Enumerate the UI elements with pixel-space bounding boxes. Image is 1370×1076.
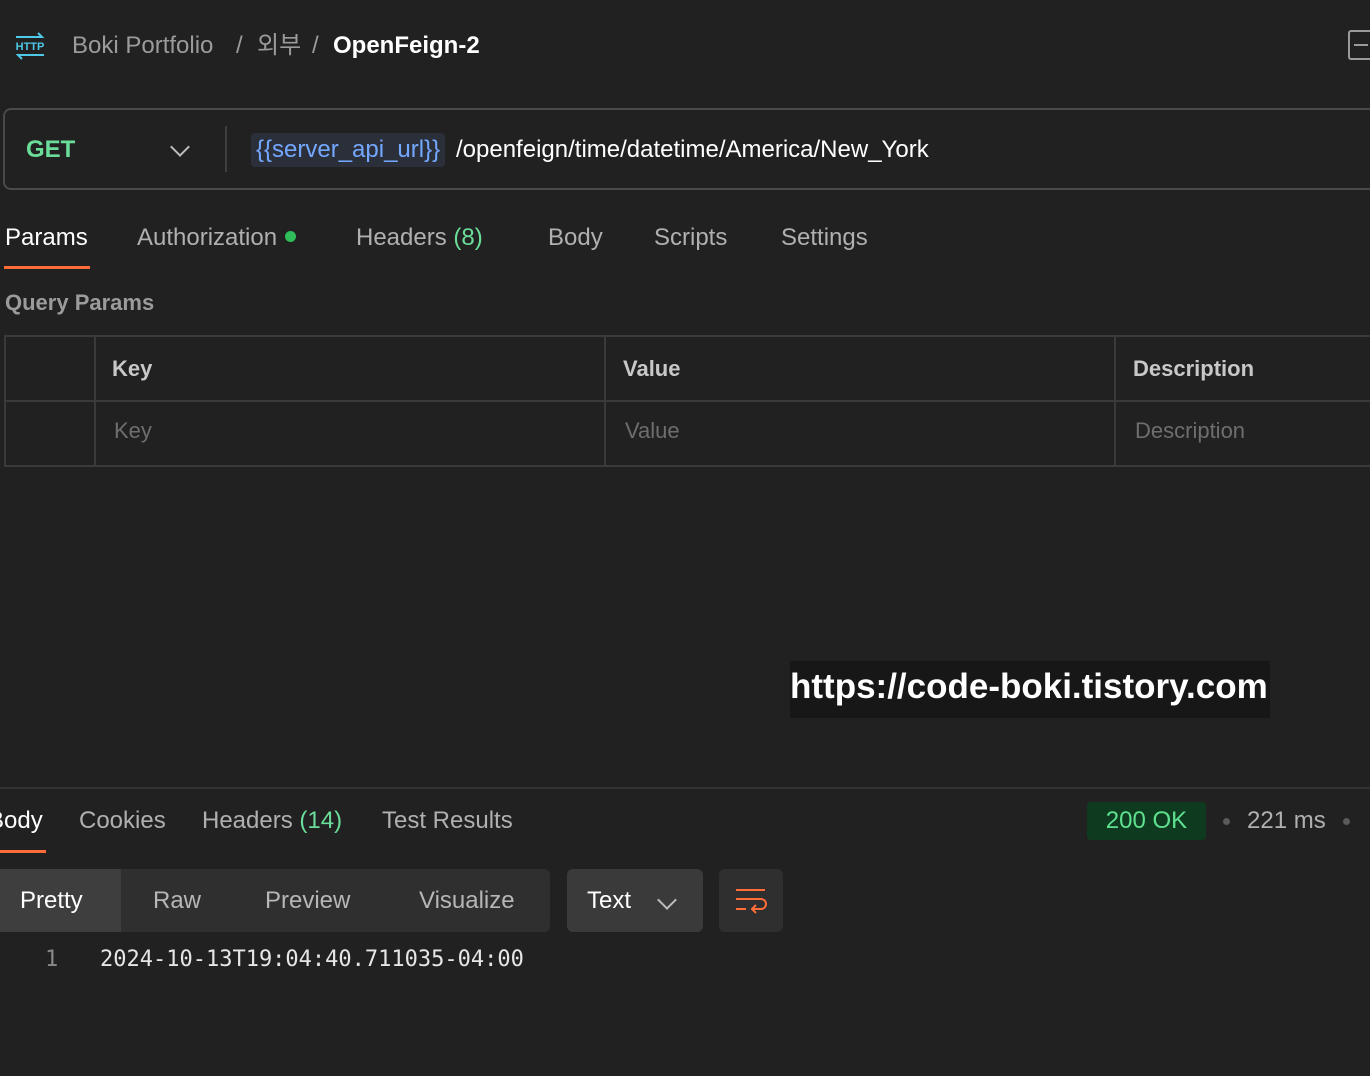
tab-settings[interactable]: Settings [781,223,868,253]
wrap-lines-icon [736,889,767,914]
column-divider [604,337,606,467]
status-dot-icon [285,231,297,243]
tab-params[interactable]: Params [5,223,88,253]
svg-text:HTTP: HTTP [16,41,45,53]
watermark: https://code-boki.tistory.com [790,661,1270,718]
http-icon: HTTP [15,32,45,60]
breadcrumb-folder[interactable]: 외부 [257,31,301,61]
breadcrumb-workspace[interactable]: Boki Portfolio [72,31,213,61]
response-tab-cookies[interactable]: Cookies [79,806,166,836]
response-body-line[interactable]: 2024-10-13T19:04:40.711035-04:00 [100,945,524,975]
query-params-title: Query Params [5,290,155,315]
url-input[interactable]: /openfeign/time/datetime/America/New_Yor… [456,133,929,167]
column-header-description: Description [1133,356,1255,381]
active-tab-indicator [0,850,46,853]
headers-count: (8) [453,224,483,251]
value-input[interactable]: Value [625,417,680,445]
column-divider [1114,337,1116,467]
tab-authorization[interactable]: Authorization [137,223,297,253]
separator-dot [1343,818,1350,825]
line-number: 1 [45,947,59,972]
response-tab-headers[interactable]: Headers (14) [202,806,342,836]
view-mode-preview[interactable]: Preview [265,886,350,916]
method-select[interactable]: GET [26,135,75,165]
save-icon[interactable] [1348,30,1370,60]
response-tab-body[interactable]: Body [0,806,43,836]
page-title[interactable]: OpenFeign-2 [333,31,480,61]
breadcrumb-separator: / [312,32,319,59]
response-tab-test-results[interactable]: Test Results [382,806,513,836]
response-time[interactable]: 221 ms [1247,806,1326,836]
column-divider [94,337,96,467]
tab-headers-label: Headers [356,224,447,251]
view-mode-raw[interactable]: Raw [153,886,201,916]
panel-divider[interactable] [0,787,1370,789]
separator-dot [1223,818,1230,825]
view-mode-visualize[interactable]: Visualize [419,886,515,916]
row-divider [6,400,1370,402]
response-headers-count: (14) [299,807,343,834]
response-tab-headers-label: Headers [202,807,293,834]
status-badge[interactable]: 200 OK [1087,802,1206,840]
tab-authorization-label: Authorization [137,224,278,251]
description-input[interactable]: Description [1135,417,1245,445]
tab-body[interactable]: Body [548,223,603,253]
wrap-lines-button[interactable] [719,869,783,932]
url-divider [225,126,227,172]
format-select-label: Text [587,887,632,914]
column-header-value: Value [623,356,681,381]
tab-scripts[interactable]: Scripts [654,223,727,253]
active-tab-indicator [4,266,90,269]
view-mode-pretty[interactable]: Pretty [20,886,83,916]
key-input[interactable]: Key [114,417,152,445]
tab-headers[interactable]: Headers (8) [356,223,483,253]
url-variable[interactable]: {{server_api_url}} [251,133,446,167]
column-header-key: Key [112,356,153,381]
breadcrumb-separator: / [236,32,243,59]
